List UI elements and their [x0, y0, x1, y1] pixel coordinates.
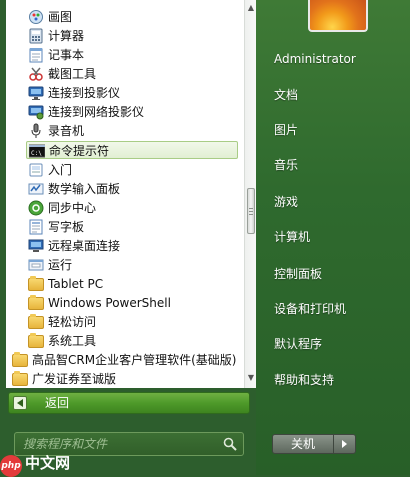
projector-icon [28, 85, 44, 101]
scroll-down-arrow-icon[interactable]: ▼ [246, 372, 256, 384]
folder-icon [12, 352, 28, 367]
program-folder-system-tools[interactable]: 系统工具 [28, 332, 234, 350]
right-item-pictures[interactable]: 图片 [268, 117, 404, 143]
program-item-math-input[interactable]: 数学输入面板 [28, 180, 234, 198]
folder-icon [28, 314, 44, 329]
run-icon [28, 257, 44, 273]
back-label: 返回 [45, 396, 70, 410]
right-item-default-programs[interactable]: 默认程序 [268, 331, 404, 357]
scroll-up-arrow-icon[interactable]: ▲ [246, 2, 256, 14]
notepad-icon [28, 47, 44, 63]
program-item-sync-center[interactable]: 同步中心 [28, 199, 234, 217]
php-logo-icon: php [0, 455, 22, 477]
program-item-wordpad[interactable]: 写字板 [28, 218, 234, 236]
network-projector-icon [28, 104, 44, 120]
program-folder-powershell[interactable]: Windows PowerShell [28, 294, 234, 312]
calculator-icon [28, 28, 44, 44]
folder-icon [28, 276, 44, 291]
sync-icon [28, 200, 44, 216]
back-arrow-icon [13, 396, 27, 410]
getting-started-icon [28, 162, 44, 178]
back-button[interactable]: 返回 [8, 392, 250, 414]
program-folder-crm[interactable]: 高品智CRM企业客户管理软件(基础版) [12, 351, 238, 369]
math-input-icon [28, 181, 44, 197]
program-item-getting-started[interactable]: 入门 [28, 161, 234, 179]
watermark-text: 中文网 [25, 454, 71, 472]
program-item-notepad[interactable]: 记事本 [28, 46, 234, 64]
right-item-computer[interactable]: 计算机 [268, 224, 404, 250]
program-item-paint[interactable]: 画图 [28, 8, 234, 26]
program-item-snipping-tool[interactable]: 截图工具 [28, 65, 234, 83]
program-folder-tablet-pc[interactable]: Tablet PC [28, 275, 234, 293]
cmd-icon: C:\ [28, 143, 46, 159]
folder-icon [28, 333, 44, 348]
folder-icon [12, 371, 28, 386]
right-item-documents[interactable]: 文档 [268, 82, 404, 108]
snipping-tool-icon [28, 66, 44, 82]
program-item-calculator[interactable]: 计算器 [28, 27, 234, 45]
program-folder-accessibility[interactable]: 轻松访问 [28, 313, 234, 331]
program-folder-gf-securities[interactable]: 广发证券至诚版 [12, 370, 238, 388]
program-item-projector[interactable]: 连接到投影仪 [28, 84, 234, 102]
right-item-music[interactable]: 音乐 [268, 152, 404, 178]
right-item-administrator[interactable]: Administrator [268, 46, 404, 72]
program-item-remote-desktop[interactable]: 远程桌面连接 [28, 237, 234, 255]
right-item-games[interactable]: 游戏 [268, 189, 404, 215]
svg-text:C:\: C:\ [31, 150, 42, 157]
wordpad-icon [28, 219, 44, 235]
watermark-logo: php 中文网 [0, 452, 110, 477]
right-item-control-panel[interactable]: 控制面板 [268, 261, 404, 287]
remote-desktop-icon [28, 238, 44, 254]
microphone-icon [28, 123, 44, 139]
right-item-help-support[interactable]: 帮助和支持 [268, 367, 404, 393]
user-avatar[interactable] [308, 0, 368, 32]
program-item-run[interactable]: 运行 [28, 256, 234, 274]
folder-icon [28, 295, 44, 310]
program-item-sound-recorder[interactable]: 录音机 [28, 122, 234, 140]
paint-icon [28, 9, 44, 25]
shutdown-options-arrow-icon[interactable] [334, 434, 356, 454]
right-item-devices-printers[interactable]: 设备和打印机 [268, 296, 404, 322]
search-icon[interactable] [223, 437, 237, 451]
program-list-scrollbar[interactable]: ▲ ▼ [244, 0, 256, 388]
program-item-cmd[interactable]: C:\ 命令提示符 [26, 141, 238, 159]
program-item-network-projector[interactable]: 连接到网络投影仪 [28, 103, 234, 121]
shutdown-button[interactable]: 关机 [272, 434, 334, 454]
scroll-thumb[interactable] [247, 188, 255, 234]
